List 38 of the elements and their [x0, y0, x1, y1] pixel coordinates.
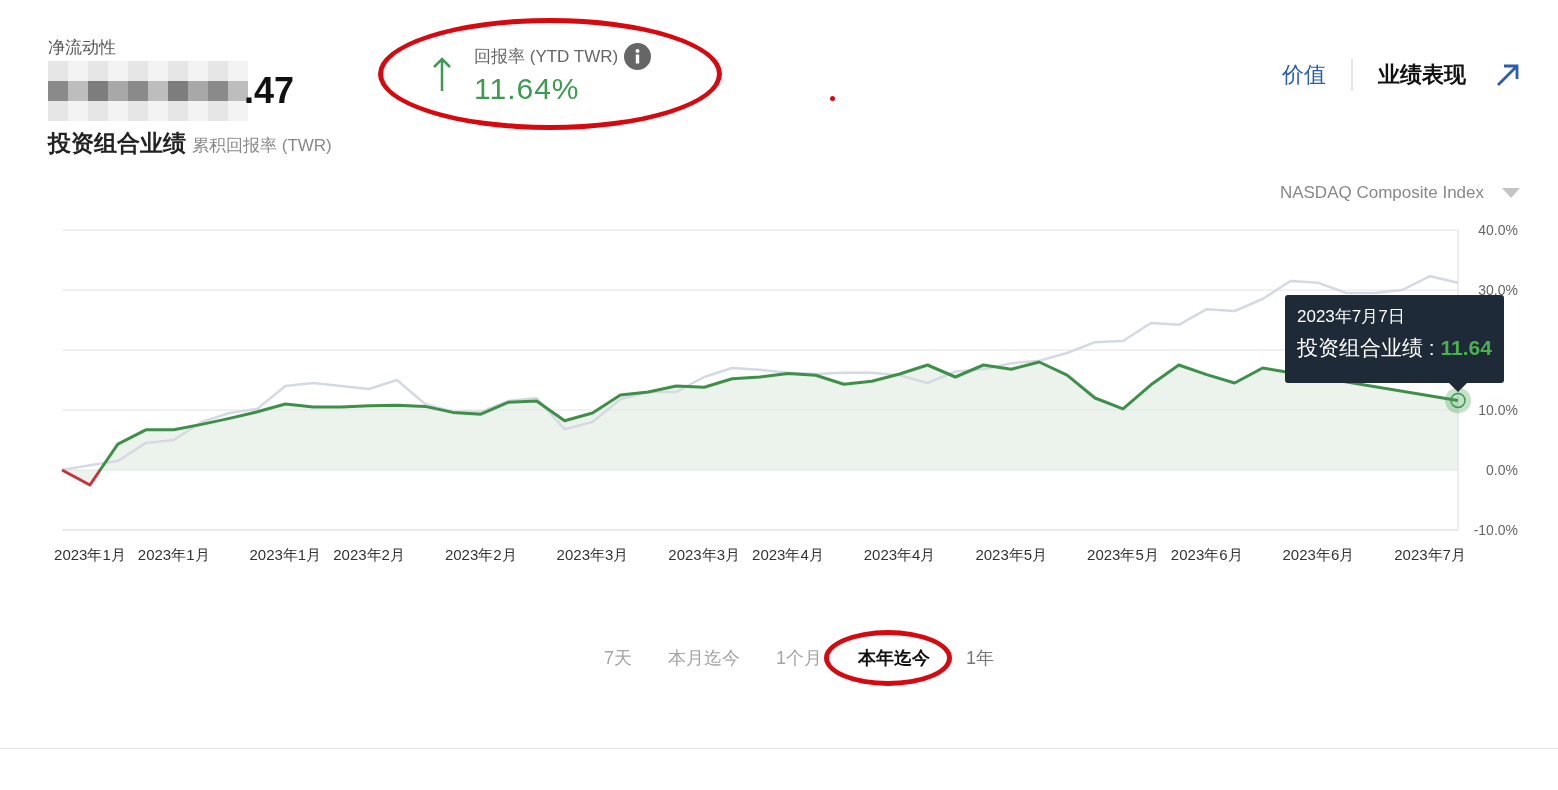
view-tab[interactable]: 业绩表现	[1378, 60, 1466, 90]
y-axis-label: 30.0%	[1478, 282, 1518, 298]
section-subtitle: 累积回报率 (TWR)	[192, 135, 332, 157]
net-liquidity-label: 净流动性	[48, 37, 116, 59]
tooltip-date: 2023年7月7日	[1297, 306, 1406, 328]
y-axis-label: -10.0%	[1473, 522, 1518, 538]
x-axis-label: 2023年2月	[444, 546, 517, 563]
x-axis-label: 2023年6月	[1282, 546, 1355, 563]
hover-marker	[1445, 387, 1471, 414]
ytd-return-label: 回报率 (YTD TWR)	[474, 45, 619, 68]
section-title: 投资组合业绩	[48, 129, 186, 158]
x-axis-label: 2023年3月	[556, 546, 629, 563]
up-arrow-icon	[432, 56, 452, 92]
x-axis-label: 2023年5月	[1087, 546, 1159, 563]
x-axis-label: 2023年6月	[1170, 546, 1243, 563]
x-axis-label: 2023年4月	[863, 546, 936, 563]
range-option[interactable]: 1年	[966, 646, 994, 670]
caret-icon	[1502, 187, 1520, 198]
tooltip-value: 投资组合业绩 : 11.64	[1297, 335, 1492, 361]
range-option[interactable]: 本年迄今	[858, 646, 930, 670]
view-tab[interactable]: 价值	[1282, 60, 1326, 90]
x-axis-label: 2023年7月	[1394, 546, 1466, 563]
info-icon[interactable]	[624, 42, 652, 70]
x-axis-label: 2023年3月	[668, 546, 740, 563]
x-axis-label: 2023年5月	[975, 546, 1048, 563]
expand-arrow-icon[interactable]	[1496, 63, 1520, 87]
y-axis-label: 0.0%	[1486, 462, 1518, 478]
x-axis-label: 2023年1月	[249, 546, 322, 563]
x-axis-label: 2023年1月	[54, 546, 126, 563]
ytd-return-value: 11.64%	[474, 71, 581, 106]
y-axis-label: 10.0%	[1478, 402, 1518, 418]
annotation-dot	[830, 96, 835, 101]
x-axis-label: 2023年2月	[333, 546, 405, 563]
y-axis-label: 40.0%	[1478, 222, 1518, 238]
x-axis-label: 2023年4月	[752, 546, 824, 563]
net-liquidity-value: .47	[244, 70, 295, 112]
benchmark-dropdown[interactable]: NASDAQ Composite Index	[1279, 182, 1520, 203]
x-axis-label: 2023年1月	[137, 546, 210, 563]
